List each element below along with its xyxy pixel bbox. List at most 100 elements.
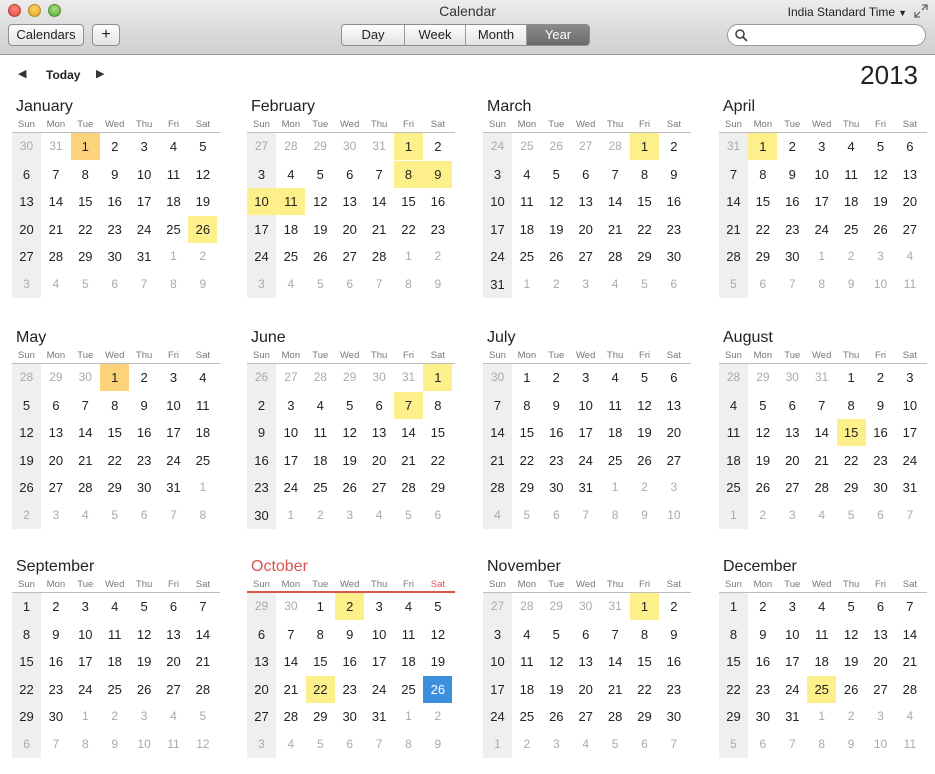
day-cell[interactable]: 7 (778, 731, 807, 758)
day-cell[interactable]: 6 (659, 364, 688, 391)
day-cell[interactable]: 10 (71, 621, 100, 648)
day-cell[interactable]: 1 (512, 364, 541, 391)
day-cell[interactable]: 10 (483, 188, 512, 215)
day-cell[interactable]: 1 (807, 243, 836, 270)
day-cell[interactable]: 27 (247, 703, 276, 730)
day-cell[interactable]: 14 (601, 648, 630, 675)
day-cell[interactable]: 30 (365, 364, 394, 391)
day-cell[interactable]: 4 (71, 502, 100, 529)
day-cell[interactable]: 1 (394, 133, 423, 160)
day-cell[interactable]: 4 (276, 731, 305, 758)
day-cell[interactable]: 2 (630, 474, 659, 501)
day-cell[interactable]: 16 (866, 419, 895, 446)
day-cell[interactable]: 1 (719, 502, 748, 529)
day-cell[interactable]: 3 (571, 271, 600, 298)
day-cell[interactable]: 3 (483, 161, 512, 188)
day-cell[interactable]: 18 (100, 648, 129, 675)
day-cell[interactable]: 19 (866, 188, 895, 215)
day-cell[interactable]: 27 (247, 133, 276, 160)
day-cell[interactable]: 1 (483, 731, 512, 758)
day-cell[interactable]: 17 (365, 648, 394, 675)
day-cell[interactable]: 8 (807, 271, 836, 298)
day-cell[interactable]: 22 (305, 675, 335, 703)
day-cell[interactable]: 11 (306, 419, 335, 446)
day-cell[interactable]: 2 (748, 502, 777, 529)
day-cell[interactable]: 13 (335, 188, 364, 215)
day-cell[interactable]: 12 (306, 188, 335, 215)
day-cell[interactable]: 3 (130, 703, 159, 730)
day-cell[interactable]: 23 (247, 474, 276, 501)
day-cell[interactable]: 20 (895, 188, 924, 215)
day-cell[interactable]: 18 (276, 216, 305, 243)
day-cell[interactable]: 1 (601, 474, 630, 501)
day-cell[interactable]: 3 (41, 502, 70, 529)
day-cell[interactable]: 10 (866, 731, 895, 758)
day-cell[interactable]: 2 (542, 271, 571, 298)
day-cell[interactable]: 3 (247, 731, 276, 758)
day-cell[interactable]: 1 (807, 703, 836, 730)
day-cell[interactable]: 17 (71, 648, 100, 675)
day-cell[interactable]: 7 (601, 161, 630, 188)
day-cell[interactable]: 4 (895, 703, 924, 730)
day-cell[interactable]: 30 (41, 703, 70, 730)
day-cell[interactable]: 1 (512, 271, 541, 298)
day-cell[interactable]: 18 (837, 188, 866, 215)
day-cell[interactable]: 23 (778, 216, 807, 243)
day-cell[interactable]: 4 (483, 502, 512, 529)
day-cell[interactable]: 29 (630, 243, 659, 270)
day-cell[interactable]: 3 (542, 731, 571, 758)
day-cell[interactable]: 20 (571, 676, 600, 703)
day-cell[interactable]: 4 (306, 392, 335, 419)
day-cell[interactable]: 23 (130, 447, 159, 474)
day-cell[interactable]: 27 (159, 676, 188, 703)
day-cell[interactable]: 6 (778, 392, 807, 419)
day-cell[interactable]: 7 (276, 621, 305, 648)
day-cell[interactable]: 9 (188, 271, 217, 298)
day-cell[interactable]: 1 (159, 243, 188, 270)
day-cell[interactable]: 20 (12, 216, 41, 243)
day-cell[interactable]: 21 (601, 216, 630, 243)
day-cell[interactable]: 19 (542, 676, 571, 703)
day-cell[interactable]: 7 (365, 731, 394, 758)
day-cell[interactable]: 24 (807, 216, 836, 243)
day-cell[interactable]: 20 (365, 447, 394, 474)
day-cell[interactable]: 22 (71, 216, 100, 243)
day-cell[interactable]: 5 (837, 502, 866, 529)
day-cell[interactable]: 31 (807, 364, 836, 391)
day-cell[interactable]: 8 (748, 161, 777, 188)
day-cell[interactable]: 28 (601, 133, 630, 160)
day-cell[interactable]: 9 (659, 621, 688, 648)
day-cell[interactable]: 10 (159, 392, 188, 419)
day-cell[interactable]: 5 (837, 593, 866, 620)
day-cell[interactable]: 7 (188, 593, 217, 620)
day-cell[interactable]: 22 (630, 676, 659, 703)
day-cell[interactable]: 6 (247, 621, 276, 648)
day-cell[interactable]: 28 (601, 703, 630, 730)
day-cell[interactable]: 11 (512, 188, 541, 215)
day-cell[interactable]: 24 (483, 703, 512, 730)
day-cell[interactable]: 30 (659, 243, 688, 270)
day-cell[interactable]: 26 (247, 364, 276, 391)
day-cell[interactable]: 23 (542, 447, 571, 474)
day-cell[interactable]: 23 (100, 216, 129, 243)
day-cell[interactable]: 10 (866, 271, 895, 298)
day-cell[interactable]: 6 (895, 133, 924, 160)
day-cell[interactable]: 23 (41, 676, 70, 703)
day-cell[interactable]: 30 (247, 502, 276, 529)
day-cell[interactable]: 4 (41, 271, 70, 298)
day-cell[interactable]: 7 (130, 271, 159, 298)
day-cell[interactable]: 7 (659, 731, 688, 758)
day-cell[interactable]: 8 (719, 621, 748, 648)
day-cell[interactable]: 26 (542, 703, 571, 730)
month-name[interactable]: August (723, 328, 773, 348)
day-cell[interactable]: 25 (601, 447, 630, 474)
day-cell[interactable]: 6 (748, 731, 777, 758)
day-cell[interactable]: 12 (630, 392, 659, 419)
day-cell[interactable]: 5 (719, 731, 748, 758)
day-cell[interactable]: 5 (866, 133, 895, 160)
day-cell[interactable]: 28 (71, 474, 100, 501)
month-name[interactable]: November (487, 557, 561, 577)
fullscreen-icon[interactable] (914, 4, 928, 18)
day-cell[interactable]: 10 (130, 161, 159, 188)
day-cell[interactable]: 8 (630, 621, 659, 648)
